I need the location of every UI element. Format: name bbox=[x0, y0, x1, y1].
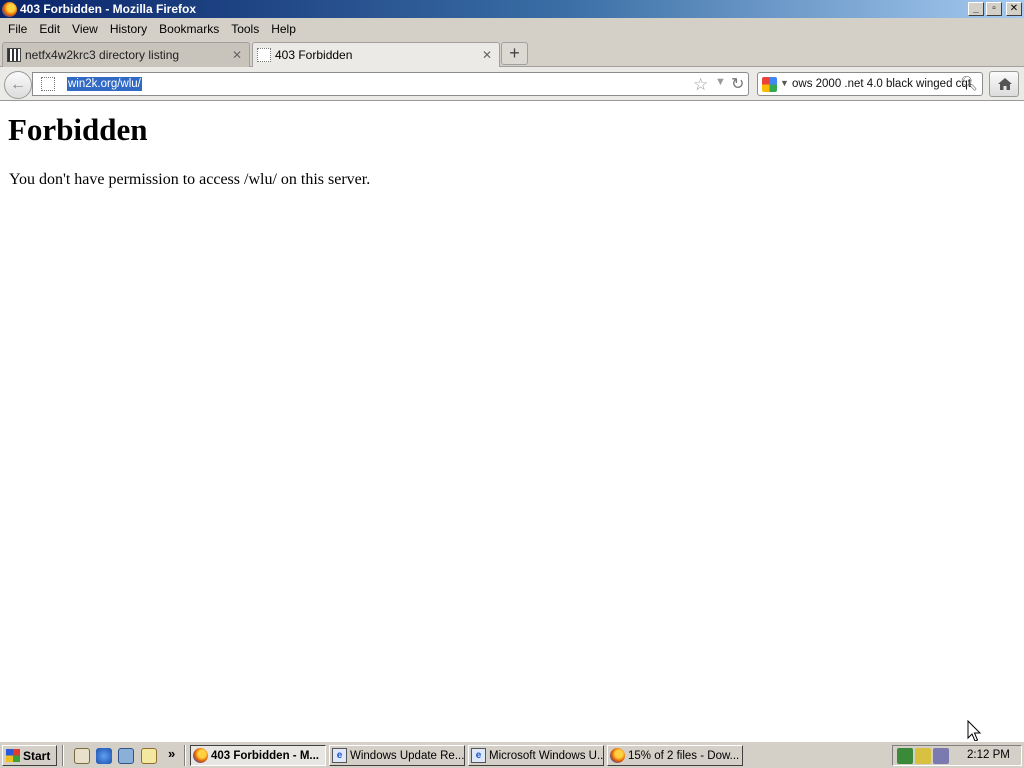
search-input[interactable]: ows 2000 .net 4.0 black winged cqt bbox=[792, 78, 971, 90]
taskbar: Start » 403 Forbidden - M... e Windows U… bbox=[0, 741, 1024, 768]
menu-tools[interactable]: Tools bbox=[225, 22, 265, 36]
window-titlebar[interactable]: 403 Forbidden - Mozilla Firefox _ ▫ ✕ bbox=[0, 0, 1024, 18]
back-arrow-icon: ← bbox=[10, 76, 26, 93]
menu-edit[interactable]: Edit bbox=[33, 22, 66, 36]
quicklaunch-more-icon[interactable]: » bbox=[168, 746, 175, 761]
taskbar-task-microsoft-windows[interactable]: e Microsoft Windows U... bbox=[468, 745, 604, 766]
tab-directory-listing[interactable]: netfx4w2krc3 directory listing ✕ bbox=[2, 42, 250, 67]
window-title: 403 Forbidden - Mozilla Firefox bbox=[20, 2, 197, 16]
search-icon[interactable]: 🔍︎ bbox=[960, 75, 978, 92]
bookmark-star-icon[interactable]: ☆ bbox=[693, 75, 708, 95]
start-button[interactable]: Start bbox=[2, 745, 57, 766]
taskbar-task-windows-update[interactable]: e Windows Update Re... bbox=[329, 745, 465, 766]
minimize-button[interactable]: _ bbox=[968, 2, 984, 16]
url-text[interactable]: win2k.org/wlu/ bbox=[67, 77, 142, 91]
clock[interactable]: 2:12 PM bbox=[967, 749, 1010, 761]
taskbar-task-downloads[interactable]: 15% of 2 files - Dow... bbox=[607, 745, 743, 766]
search-bar[interactable]: ▼ ows 2000 .net 4.0 black winged cqt 🔍︎ bbox=[757, 72, 983, 96]
firefox-icon bbox=[193, 748, 208, 763]
taskbar-task-firefox-forbidden[interactable]: 403 Forbidden - M... bbox=[190, 745, 326, 766]
tab-label: 403 Forbidden bbox=[275, 48, 353, 62]
system-tray: 2:12 PM bbox=[892, 745, 1022, 766]
reload-icon[interactable]: ↻ bbox=[731, 74, 744, 94]
directory-favicon-icon bbox=[7, 48, 21, 62]
update-tray-icon[interactable] bbox=[915, 748, 931, 764]
back-button[interactable]: ← bbox=[4, 71, 32, 99]
chevron-down-icon[interactable]: ▼ bbox=[780, 78, 789, 88]
tab-403-forbidden[interactable]: 403 Forbidden ✕ bbox=[252, 42, 500, 67]
ie-icon: e bbox=[471, 748, 486, 763]
firefox-icon bbox=[2, 1, 17, 17]
tab-close-icon[interactable]: ✕ bbox=[231, 48, 243, 62]
menu-view[interactable]: View bbox=[66, 22, 104, 36]
users-tray-icon[interactable] bbox=[933, 748, 949, 764]
taskbar-separator bbox=[62, 745, 64, 766]
page-content: Forbidden You don't have permission to a… bbox=[0, 102, 1024, 742]
site-identity-icon[interactable] bbox=[41, 77, 55, 91]
ie-icon: e bbox=[332, 748, 347, 763]
tab-close-icon[interactable]: ✕ bbox=[481, 48, 493, 62]
home-icon bbox=[998, 78, 1012, 90]
plus-icon: + bbox=[509, 43, 520, 63]
close-window-button[interactable]: ✕ bbox=[1006, 2, 1022, 16]
google-icon[interactable] bbox=[762, 77, 777, 92]
desktop-icon[interactable] bbox=[74, 748, 90, 764]
menu-history[interactable]: History bbox=[104, 22, 153, 36]
restore-button[interactable]: ▫ bbox=[986, 2, 1002, 16]
ie-quicklaunch-icon[interactable] bbox=[96, 748, 112, 764]
error-message: You don't have permission to access /wlu… bbox=[9, 171, 371, 188]
new-tab-button[interactable]: + bbox=[501, 42, 528, 65]
task-label: 403 Forbidden - M... bbox=[211, 749, 319, 762]
firefox-icon bbox=[610, 748, 625, 763]
menu-help[interactable]: Help bbox=[265, 22, 302, 36]
start-label: Start bbox=[23, 748, 51, 763]
task-label: Microsoft Windows U... bbox=[489, 749, 604, 762]
taskbar-separator bbox=[184, 745, 186, 766]
blank-favicon-icon bbox=[257, 48, 271, 62]
home-button[interactable] bbox=[989, 71, 1019, 97]
history-dropdown-icon[interactable]: ▼ bbox=[715, 76, 726, 88]
task-label: 15% of 2 files - Dow... bbox=[628, 749, 740, 762]
outlook-express-icon[interactable] bbox=[118, 748, 134, 764]
url-bar[interactable]: win2k.org/wlu/ ☆ ▼ ↻ bbox=[32, 72, 749, 96]
page-heading: Forbidden bbox=[8, 112, 148, 147]
navigation-toolbar: win2k.org/wlu/ ☆ ▼ ↻ ← ▼ ows 2000 .net 4… bbox=[0, 67, 1024, 101]
menu-bar: File Edit View History Bookmarks Tools H… bbox=[0, 18, 1024, 40]
tab-label: netfx4w2krc3 directory listing bbox=[25, 48, 180, 62]
explorer-search-icon[interactable] bbox=[141, 748, 157, 764]
windows-logo-icon bbox=[6, 749, 20, 762]
menu-file[interactable]: File bbox=[2, 22, 33, 36]
menu-bookmarks[interactable]: Bookmarks bbox=[153, 22, 225, 36]
network-tray-icon[interactable] bbox=[897, 748, 913, 764]
task-label: Windows Update Re... bbox=[350, 749, 465, 762]
